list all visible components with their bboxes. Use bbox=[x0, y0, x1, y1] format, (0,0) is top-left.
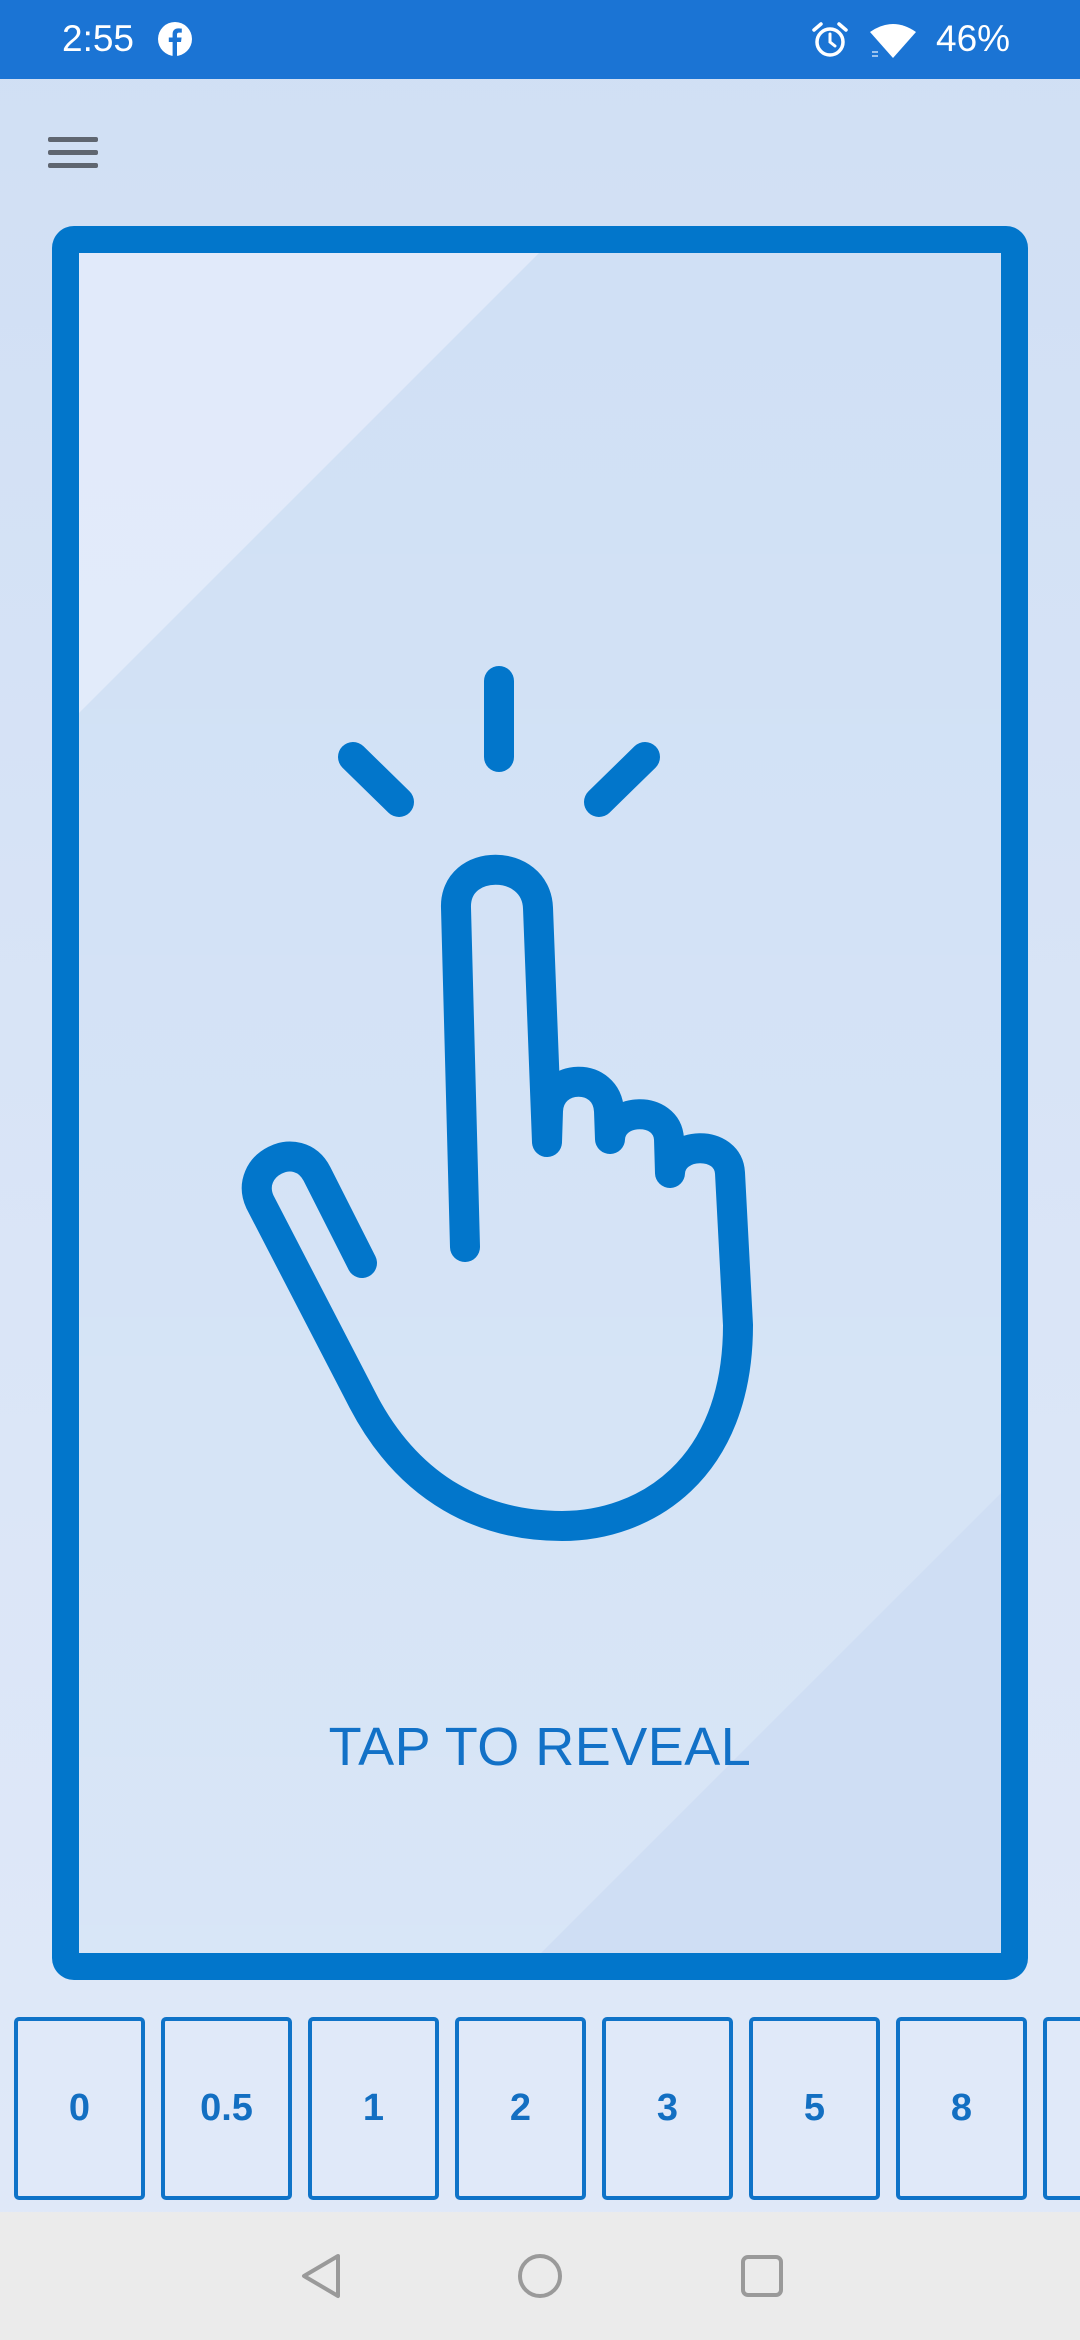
value-card-8[interactable]: 8 bbox=[896, 2017, 1027, 2200]
system-nav-bar bbox=[0, 2212, 1080, 2340]
value-card-2[interactable]: 2 bbox=[455, 2017, 586, 2200]
status-time: 2:55 bbox=[62, 18, 135, 59]
value-label: 5 bbox=[803, 2087, 826, 2129]
tap-to-reveal-label: TAP TO REVEAL bbox=[328, 1717, 752, 1777]
battery-percent: 46% bbox=[936, 18, 1011, 59]
recents-icon[interactable] bbox=[734, 2248, 790, 2304]
value-card-partial[interactable] bbox=[1043, 2017, 1080, 2200]
value-label: 3 bbox=[656, 2087, 679, 2129]
value-label: 2 bbox=[509, 2087, 532, 2129]
value-card-3[interactable]: 3 bbox=[602, 2017, 733, 2200]
status-bar: 2:55 46% bbox=[0, 0, 1080, 79]
value-card-1[interactable]: 1 bbox=[308, 2017, 439, 2200]
value-card-0[interactable]: 0 bbox=[14, 2017, 145, 2200]
value-cards-row: 0 0.5 1 2 3 5 8 bbox=[14, 2017, 1080, 2200]
facebook-icon bbox=[158, 22, 192, 56]
value-label: 1 bbox=[362, 2087, 385, 2129]
value-label: 0 bbox=[68, 2087, 91, 2129]
wifi-icon bbox=[870, 24, 916, 58]
tap-hand-icon bbox=[241, 666, 753, 1541]
home-icon[interactable] bbox=[512, 2248, 568, 2304]
value-card-0-5[interactable]: 0.5 bbox=[161, 2017, 292, 2200]
value-card-5[interactable]: 5 bbox=[749, 2017, 880, 2200]
hamburger-menu-icon[interactable] bbox=[40, 125, 110, 181]
reveal-card[interactable]: TAP TO REVEAL bbox=[52, 226, 1028, 1980]
back-icon[interactable] bbox=[294, 2248, 350, 2304]
value-label: 8 bbox=[950, 2087, 973, 2129]
value-label: 0.5 bbox=[200, 2087, 253, 2129]
alarm-icon bbox=[812, 22, 848, 57]
